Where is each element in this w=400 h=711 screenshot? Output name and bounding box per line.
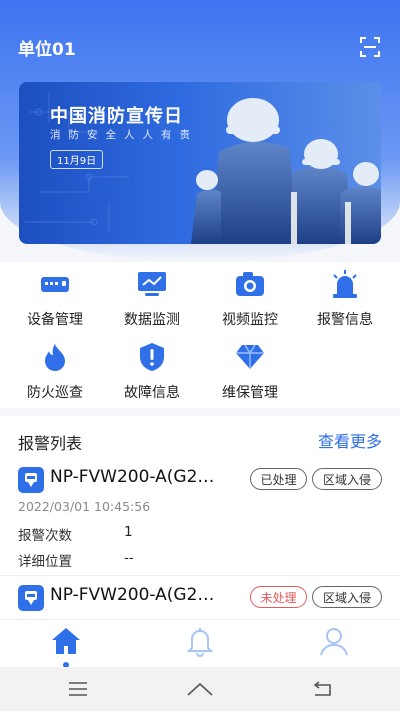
menu-data-monitoring[interactable]: 数据监测	[102, 262, 202, 332]
alarm-device-icon	[18, 467, 44, 493]
home-icon[interactable]	[46, 624, 86, 658]
bottom-tab-bar	[0, 619, 400, 668]
menu-label: 数据监测	[124, 312, 180, 328]
user-icon[interactable]	[314, 624, 354, 658]
firefighters-illustration	[191, 98, 381, 244]
scan-icon[interactable]	[358, 35, 382, 59]
alarm-count-value: 1	[124, 524, 133, 540]
banner-title: 中国消防宣传日	[50, 106, 183, 127]
alarm-list-section: 报警列表 查看更多 NP-FVW200-A(G2… 已处理 区域入侵 2022/…	[0, 416, 400, 619]
shield-alert-icon	[135, 340, 169, 374]
camera-icon	[233, 267, 267, 301]
promo-banner[interactable]: 中国消防宣传日 消防安全人人有责 11月9日	[19, 82, 381, 244]
alarm-list-item[interactable]: NP-FVW200-A(G2… 未处理 区域入侵	[0, 582, 400, 618]
system-navigation-bar	[0, 667, 400, 711]
menu-video-surveillance[interactable]: 视频监控	[200, 262, 300, 332]
status-badge: 未处理	[250, 586, 307, 608]
alarm-time: 2022/03/01 10:45:56	[18, 499, 151, 514]
menu-label: 视频监控	[222, 312, 278, 328]
alarm-device-icon	[18, 585, 44, 611]
monitor-icon	[135, 267, 169, 301]
back-icon[interactable]	[306, 677, 338, 701]
menu-label: 维保管理	[222, 385, 278, 401]
alarm-list-title: 报警列表	[18, 434, 83, 453]
alarm-type-badge: 区域入侵	[312, 586, 382, 608]
device-icon	[38, 267, 72, 301]
banner-date-tag: 11月9日	[50, 150, 104, 169]
alarm-device-name: NP-FVW200-A(G2…	[50, 467, 215, 487]
menu-label: 防火巡查	[27, 385, 83, 401]
menu-maintenance[interactable]: 维保管理	[200, 335, 300, 405]
divider	[0, 575, 400, 576]
menu-fault-info[interactable]: 故障信息	[102, 335, 202, 405]
menu-fire-patrol[interactable]: 防火巡查	[5, 335, 105, 405]
alarm-location-value: --	[124, 550, 134, 566]
alarm-count-label: 报警次数	[18, 528, 72, 544]
alarm-device-name: NP-FVW200-A(G2…	[50, 585, 215, 605]
status-badge: 已处理	[250, 468, 307, 490]
home-outline-icon[interactable]	[184, 677, 216, 701]
alarm-light-icon	[328, 267, 362, 301]
alarm-type-badge: 区域入侵	[312, 468, 382, 490]
bell-icon[interactable]	[180, 624, 220, 658]
unit-title[interactable]: 单位01	[18, 35, 76, 60]
diamond-icon	[233, 340, 267, 374]
fire-icon	[38, 340, 72, 374]
menu-label: 报警信息	[317, 312, 373, 328]
alarm-location-label: 详细位置	[18, 554, 72, 570]
view-more-link[interactable]: 查看更多	[318, 428, 382, 452]
menu-device-management[interactable]: 设备管理	[5, 262, 105, 332]
menu-label: 设备管理	[27, 312, 83, 328]
menu-alarm-info[interactable]: 报警信息	[295, 262, 395, 332]
menu-icon[interactable]	[62, 677, 94, 701]
alarm-list-item[interactable]: NP-FVW200-A(G2… 已处理 区域入侵 2022/03/01 10:4…	[0, 464, 400, 574]
top-bar: 单位01	[0, 30, 400, 64]
menu-label: 故障信息	[124, 385, 180, 401]
